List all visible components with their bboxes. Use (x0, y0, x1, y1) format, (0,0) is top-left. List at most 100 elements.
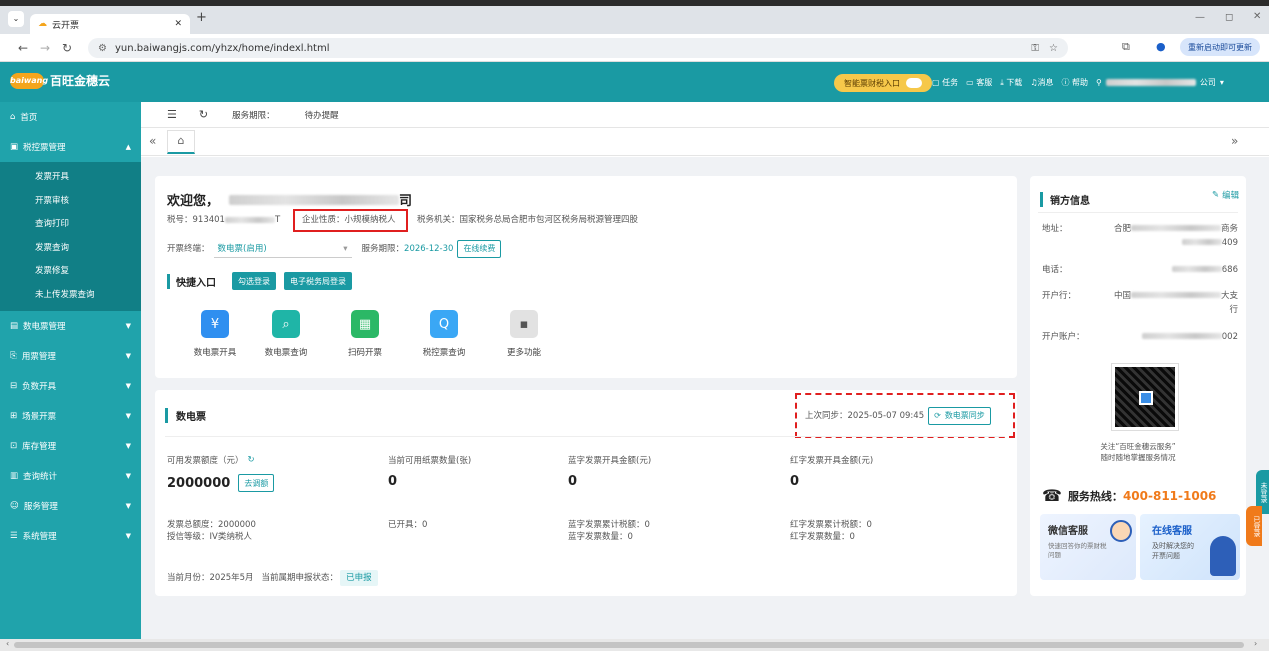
stat-label: 可用发票额度（元） (167, 456, 244, 466)
stat-label: 当前可用纸票数量(张) (388, 456, 472, 466)
sync-button[interactable]: ⟳ 数电票同步 (928, 406, 991, 425)
current-month: 当前月份：2025年5月 (167, 573, 254, 583)
sync-button-label: 数电票同步 (944, 411, 985, 420)
chevron-down-icon: ▼ (125, 442, 131, 450)
todo-reminder-link[interactable]: 待办提醒 (305, 109, 339, 121)
horizontal-scrollbar[interactable]: ‹ › (0, 639, 1269, 651)
service-date: 2026-12-30 (404, 244, 454, 254)
task-menu[interactable]: ▢ 任务 (932, 77, 958, 88)
update-button[interactable]: 重新启动即可更新 (1180, 38, 1260, 56)
digital-invoice-title: 数电票 (165, 408, 206, 423)
tab-list-chevron-icon[interactable]: ⌄ (8, 11, 24, 27)
submenu-print[interactable]: 查询打印 (0, 213, 141, 237)
seller-bank: 开户行： 中国 大支 行 (1042, 290, 1238, 315)
quick-item-invoice-search[interactable]: ⌕ 数电票查询 (256, 310, 316, 358)
invoice-icon: ▣ (10, 142, 19, 152)
service-period-label: 服务期限： (232, 110, 275, 121)
quick-item-tax-search[interactable]: Q 税控票查询 (414, 310, 474, 358)
extensions-icon[interactable]: ⧉ (1122, 40, 1130, 54)
home-tab-icon[interactable]: ⌂ (167, 130, 195, 154)
menu-collapse-icon[interactable]: ☰ (167, 108, 177, 121)
select-login-button[interactable]: 勾选登录 (232, 272, 276, 290)
download-menu[interactable]: ⤓ 下载 (1000, 77, 1022, 88)
service-menu[interactable]: ▭ 客服 (966, 77, 992, 88)
brand-logo[interactable]: baiwang 百旺金穗云 (10, 72, 110, 89)
tabs-scroll-left-icon[interactable]: « (149, 134, 156, 148)
refresh-icon[interactable]: ↻ (199, 108, 208, 121)
submenu-unuploaded[interactable]: 未上传发票查询 (0, 284, 141, 308)
smart-tax-entry-label: 智能票财税入口 (844, 78, 900, 88)
sidebar-item-negative[interactable]: ⊟ 负数开具 ▼ (0, 371, 141, 401)
scroll-right-icon[interactable]: › (1254, 639, 1257, 648)
quick-entry-row: 快捷入口 勾选登录 电子税务局登录 (167, 272, 352, 290)
address-bar[interactable]: ⚙ yun.baiwangjs.com/yhzx/home/indexl.htm… (88, 38, 1068, 58)
seller-info-card: 销方信息 ✎ 编辑 地址： 合肥 商务 409 电话： 686 开户行： 中国 大支 … (1030, 176, 1246, 596)
invoice-issue-icon: ¥ (201, 310, 229, 338)
forward-icon[interactable]: → (36, 39, 54, 57)
quick-item-more[interactable]: ▪ 更多功能 (494, 310, 554, 358)
chevron-up-icon: ▲ (125, 143, 131, 151)
tab-close-icon[interactable]: ✕ (174, 19, 182, 29)
minimize-icon[interactable]: — (1195, 12, 1205, 23)
sidebar-item-usage[interactable]: ⎘ 用票管理 ▼ (0, 341, 141, 371)
sidebar-item-system[interactable]: ☰ 系统管理 ▼ (0, 521, 141, 551)
user-menu[interactable]: ⚲ 公司 ▾ (1096, 77, 1224, 88)
side-tab-logged-in[interactable]: 已登录 (1246, 506, 1262, 546)
etax-login-button[interactable]: 电子税务局登录 (284, 272, 352, 290)
sidebar-item-home[interactable]: ⌂ 首页 (0, 102, 141, 132)
sidebar-item-stats[interactable]: ▥ 查询统计 ▼ (0, 461, 141, 491)
renew-button[interactable]: 在线续费 (457, 240, 502, 258)
stat-value: 2000000 (167, 475, 231, 491)
seller-address: 地址： 合肥 商务 409 (1042, 223, 1238, 248)
submenu-query[interactable]: 发票查询 (0, 237, 141, 261)
sidebar-item-digital[interactable]: ▤ 数电票管理 ▼ (0, 311, 141, 341)
refresh-quota-icon[interactable]: ↻ (248, 455, 255, 465)
sidebar-item-stock[interactable]: ⊡ 库存管理 ▼ (0, 431, 141, 461)
wechat-service-card[interactable]: 微信客服 快速回答你的票财税 问题 (1040, 514, 1136, 580)
toggle-icon (906, 78, 922, 88)
stat-paper-count: 当前可用纸票数量(张) 0 (388, 454, 471, 489)
back-icon[interactable]: ← (14, 39, 32, 57)
adjust-quota-button[interactable]: 去调额 (238, 474, 275, 492)
submenu-review[interactable]: 开票审核 (0, 190, 141, 214)
sidebar-item-scene[interactable]: ⊞ 场景开票 ▼ (0, 401, 141, 431)
reload-icon[interactable]: ↻ (58, 39, 76, 57)
tabs-scroll-right-icon[interactable]: » (1231, 134, 1238, 148)
scrollbar-thumb[interactable] (14, 642, 1244, 648)
site-info-icon[interactable]: ⚙ (98, 43, 107, 54)
quick-item-qr-issue[interactable]: ▦ 扫码开票 (335, 310, 395, 358)
bookmark-star-icon[interactable]: ☆ (1049, 43, 1058, 54)
smart-tax-entry-button[interactable]: 智能票财税入口 (834, 74, 932, 92)
more-icon: ▪ (510, 310, 538, 338)
profile-icon[interactable]: ● (1156, 40, 1166, 53)
seller-account: 开户账户： 002 (1042, 331, 1238, 343)
terminal-select[interactable]: 数电票(启用) ▾ (213, 240, 352, 258)
restore-icon[interactable]: ◻ (1225, 12, 1233, 23)
quick-item-invoice-issue[interactable]: ¥ 数电票开具 (185, 310, 245, 358)
sidebar-label: 负数开具 (22, 382, 57, 392)
scroll-left-icon[interactable]: ‹ (6, 639, 9, 648)
browser-tab[interactable]: ☁ 云开票 ✕ (30, 14, 190, 34)
window-close-icon[interactable]: ✕ (1253, 11, 1261, 22)
stat-value: 0 (568, 474, 578, 489)
browser-tab-bar: ⌄ ☁ 云开票 ✕ + — ◻ ✕ (0, 6, 1269, 34)
sidebar-label: 服务管理 (23, 502, 58, 512)
phone-end: 686 (1221, 265, 1238, 275)
detail-line: 红字发票累计税额：0 (790, 520, 872, 530)
help-menu[interactable]: ⓘ 帮助 (1061, 77, 1088, 88)
desc-line: 及时解决您的 (1152, 542, 1194, 550)
sidebar-item-tax-invoice[interactable]: ▣ 税控票管理 ▲ (0, 132, 141, 162)
stat-label: 蓝字发票开具金额(元) (568, 456, 652, 466)
submenu-issue[interactable]: 发票开具 (0, 166, 141, 190)
detail-line: 蓝字发票数量：0 (568, 532, 633, 542)
detail-quota: 发票总额度：2000000 授信等级：IV类纳税人 (167, 519, 256, 543)
submenu-repair[interactable]: 发票修复 (0, 260, 141, 284)
new-tab-icon[interactable]: + (196, 10, 207, 25)
hotline-label: 服务热线： (1067, 489, 1123, 503)
ticket-icon: ⎘ (10, 351, 17, 361)
sidebar-item-service[interactable]: ☺ 服务管理 ▼ (0, 491, 141, 521)
edit-button[interactable]: ✎ 编辑 (1212, 189, 1239, 201)
password-key-icon[interactable]: ⚿ (1031, 43, 1039, 54)
message-menu[interactable]: ♫消息 (1030, 77, 1053, 88)
online-service-card[interactable]: 在线客服 及时解决您的 开票问题 (1140, 514, 1240, 580)
